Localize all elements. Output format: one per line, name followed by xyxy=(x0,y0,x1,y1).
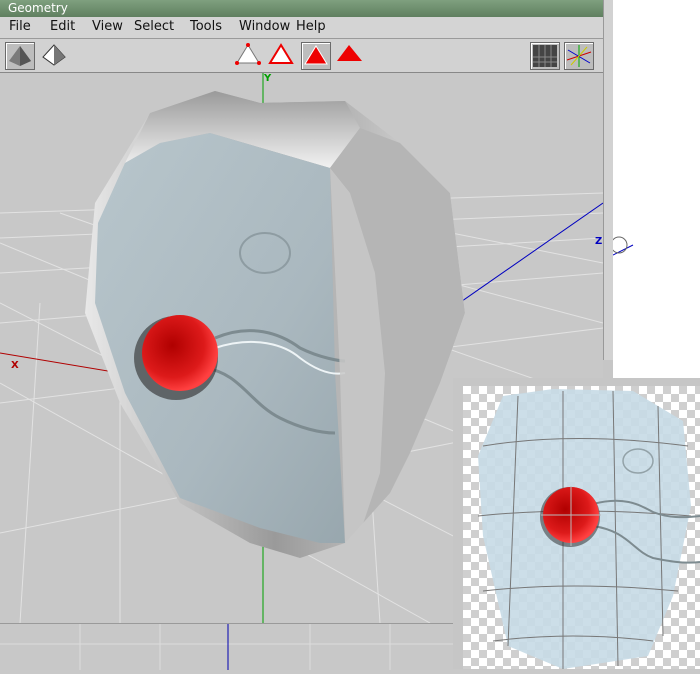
menu-file[interactable]: File xyxy=(9,19,31,34)
face-mode-icon xyxy=(304,45,328,65)
axis-y-label: Y xyxy=(264,73,272,84)
menu-view[interactable]: View xyxy=(92,19,123,34)
select-face-button[interactable] xyxy=(301,42,331,70)
select-object-button[interactable] xyxy=(335,42,365,70)
menu-tools[interactable]: Tools xyxy=(190,19,222,34)
solid-view-button[interactable] xyxy=(5,42,35,70)
edge-mode-icon xyxy=(268,43,294,64)
side-viewport[interactable]: Z xyxy=(595,0,700,378)
wire-view-button[interactable] xyxy=(40,42,70,70)
pyramid-solid-icon xyxy=(9,46,31,66)
select-edge-button[interactable] xyxy=(267,42,297,70)
menu-select[interactable]: Select xyxy=(134,19,174,34)
axis-z-label: Z xyxy=(595,236,603,247)
object-mode-icon xyxy=(337,45,362,61)
grid-toggle-button[interactable] xyxy=(530,42,560,70)
grid-plane-icon xyxy=(533,45,557,67)
menu-window[interactable]: Window xyxy=(239,19,290,34)
axis-x-label: X xyxy=(11,360,19,371)
toolbar xyxy=(0,39,603,74)
textured-model[interactable] xyxy=(85,91,465,558)
uv-editor-canvas[interactable] xyxy=(463,386,700,669)
menu-help[interactable]: Help xyxy=(296,19,326,34)
axes-toggle-button[interactable] xyxy=(564,42,594,70)
red-marker xyxy=(142,315,218,391)
vertex-mode-icon xyxy=(235,43,261,65)
side-axes xyxy=(610,236,634,256)
pyramid-wire-icon xyxy=(42,44,66,66)
menu-edit[interactable]: Edit xyxy=(50,19,75,34)
axes-gizmo-icon xyxy=(566,45,592,67)
menu-bar: File Edit View Select Tools Window Help xyxy=(0,17,603,39)
window-title: Geometry xyxy=(0,0,603,17)
select-vertex-button[interactable] xyxy=(234,42,264,70)
uv-layout xyxy=(477,389,700,669)
